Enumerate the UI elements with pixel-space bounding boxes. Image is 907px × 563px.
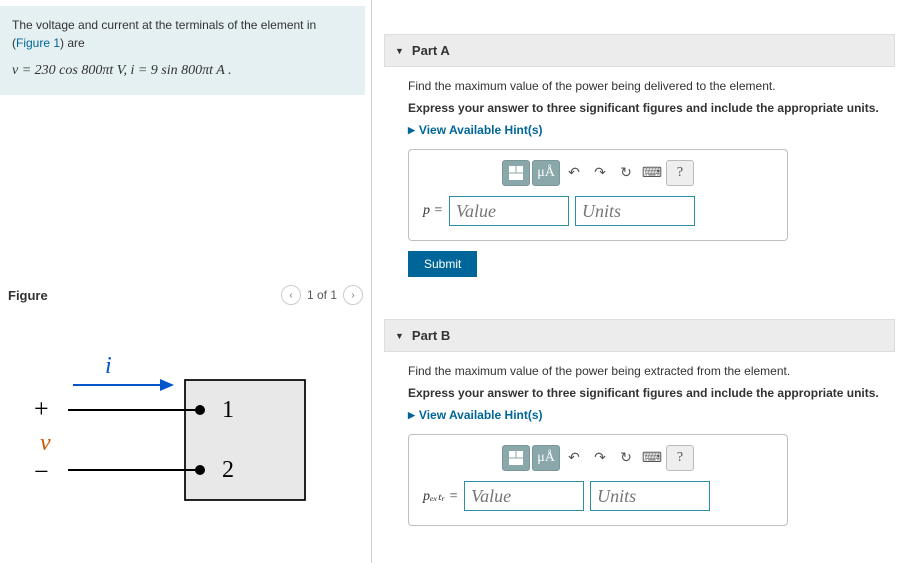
part-a: ▼ Part A Find the maximum value of the p… [384, 34, 895, 285]
part-b-prompt: Find the maximum value of the power bein… [408, 364, 887, 378]
figure-title: Figure [8, 288, 48, 303]
chevron-down-icon: ▼ [395, 46, 404, 56]
undo-button[interactable]: ↶ [562, 160, 586, 186]
part-a-input-row: p = [423, 196, 773, 226]
left-panel: The voltage and current at the terminals… [0, 0, 372, 563]
keyboard-button[interactable]: ⌨ [640, 445, 664, 471]
part-a-hints-toggle[interactable]: ▶ View Available Hint(s) [408, 123, 887, 137]
label-minus: − [34, 457, 49, 486]
part-b-header[interactable]: ▼ Part B [384, 319, 895, 352]
right-panel: ▼ Part A Find the maximum value of the p… [372, 0, 907, 563]
figure-next-button[interactable]: › [343, 285, 363, 305]
part-b-body: Find the maximum value of the power bein… [384, 352, 895, 534]
part-b-answer-box: μÅ ↶ ↷ ↻ ⌨ ? pₑₓₜᵣ = [408, 434, 788, 526]
template-button[interactable] [502, 160, 530, 186]
part-a-prompt: Find the maximum value of the power bein… [408, 79, 887, 93]
chevron-right-icon: ▶ [408, 125, 415, 136]
part-b-lhs: pₑₓₜᵣ = [423, 488, 458, 505]
hints-label: View Available Hint(s) [419, 123, 543, 137]
part-a-instructions: Express your answer to three significant… [408, 101, 887, 115]
part-a-units-input[interactable] [575, 196, 695, 226]
help-button[interactable]: ? [666, 445, 694, 471]
figure-page-count: 1 of 1 [307, 288, 337, 302]
part-a-submit-button[interactable]: Submit [408, 251, 477, 277]
redo-button[interactable]: ↷ [588, 160, 612, 186]
part-b-units-input[interactable] [590, 481, 710, 511]
help-button[interactable]: ? [666, 160, 694, 186]
label-terminal-2: 2 [222, 457, 234, 483]
template-icon [509, 166, 523, 180]
part-a-answer-box: μÅ ↶ ↷ ↻ ⌨ ? p = [408, 149, 788, 241]
template-button[interactable] [502, 445, 530, 471]
part-a-body: Find the maximum value of the power bein… [384, 67, 895, 285]
part-b-hints-toggle[interactable]: ▶ View Available Hint(s) [408, 408, 887, 422]
intro-text-post: ) are [60, 36, 85, 50]
part-a-toolbar: μÅ ↶ ↷ ↻ ⌨ ? [423, 160, 773, 186]
reset-button[interactable]: ↻ [614, 445, 638, 471]
reset-button[interactable]: ↻ [614, 160, 638, 186]
part-b: ▼ Part B Find the maximum value of the p… [384, 319, 895, 534]
label-v: v [40, 430, 51, 456]
label-plus: + [34, 394, 49, 423]
part-b-title: Part B [412, 328, 450, 343]
keyboard-button[interactable]: ⌨ [640, 160, 664, 186]
label-i: i [105, 353, 112, 379]
part-b-toolbar: μÅ ↶ ↷ ↻ ⌨ ? [423, 445, 773, 471]
equations: v = 230 cos 800πt V, i = 9 sin 800πt A . [12, 60, 353, 81]
part-a-value-input[interactable] [449, 196, 569, 226]
part-b-instructions: Express your answer to three significant… [408, 386, 887, 400]
part-b-input-row: pₑₓₜᵣ = [423, 481, 773, 511]
part-a-header[interactable]: ▼ Part A [384, 34, 895, 67]
part-a-lhs: p = [423, 203, 443, 219]
chevron-right-icon: ▶ [408, 410, 415, 421]
label-terminal-1: 1 [222, 397, 234, 423]
figure-pager: ‹ 1 of 1 › [281, 285, 363, 305]
figure-header: Figure ‹ 1 of 1 › [0, 285, 371, 305]
units-button[interactable]: μÅ [532, 445, 560, 471]
problem-statement: The voltage and current at the terminals… [0, 6, 365, 95]
part-a-title: Part A [412, 43, 450, 58]
part-b-value-input[interactable] [464, 481, 584, 511]
hints-label: View Available Hint(s) [419, 408, 543, 422]
units-button[interactable]: μÅ [532, 160, 560, 186]
figure-link[interactable]: Figure 1 [16, 36, 60, 50]
figure-prev-button[interactable]: ‹ [281, 285, 301, 305]
template-icon [509, 451, 523, 465]
circuit-figure: i + v − 1 2 [10, 345, 340, 525]
chevron-down-icon: ▼ [395, 331, 404, 341]
undo-button[interactable]: ↶ [562, 445, 586, 471]
redo-button[interactable]: ↷ [588, 445, 612, 471]
